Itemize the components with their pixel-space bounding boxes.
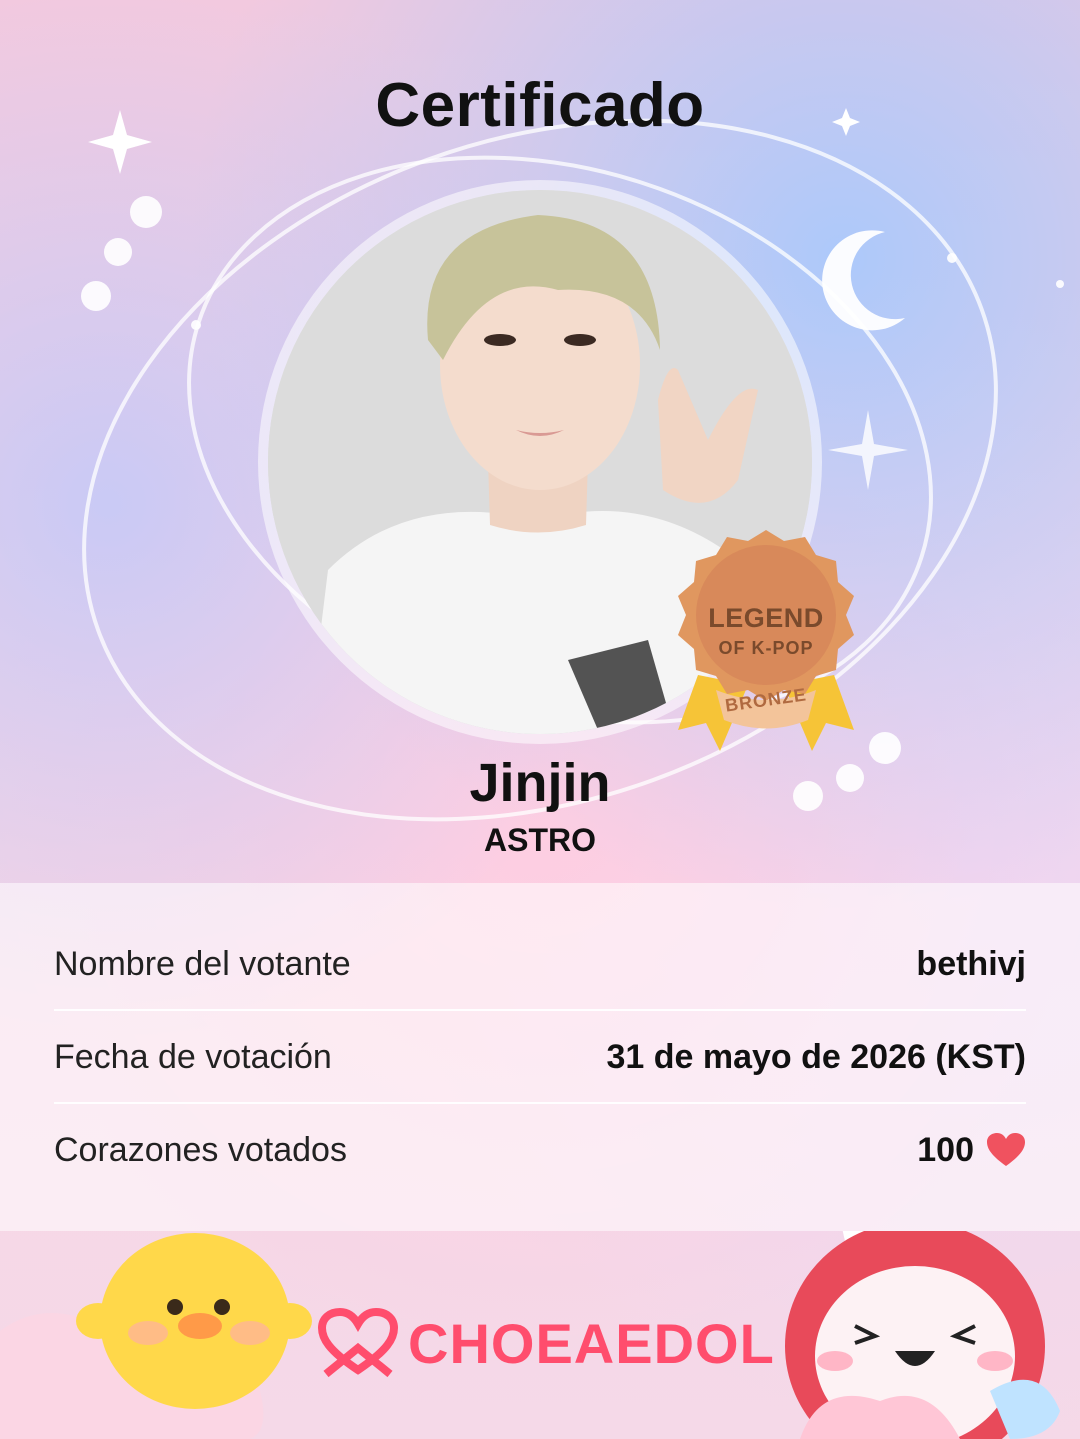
choeaedol-logo[interactable]: CHOEAEDOL xyxy=(318,1308,775,1378)
date-label: Fecha de votación xyxy=(54,1037,332,1076)
hearts-row: Corazones votados 100 xyxy=(54,1104,1026,1196)
date-value: 31 de mayo de 2026 (KST) xyxy=(606,1037,1026,1076)
hearts-value-wrap: 100 xyxy=(917,1131,1026,1170)
voter-value: bethivj xyxy=(916,944,1026,983)
orbit-dot xyxy=(191,320,201,330)
moon-icon xyxy=(822,230,905,331)
date-row: Fecha de votación 31 de mayo de 2026 (KS… xyxy=(54,1011,1026,1103)
vote-info-panel: Nombre del votante bethivj Fecha de vota… xyxy=(0,883,1080,1231)
hearts-label: Corazones votados xyxy=(54,1130,347,1169)
badge-title: LEGEND xyxy=(708,603,824,633)
orbit-dot xyxy=(130,196,162,228)
choeaedol-logo-icon xyxy=(318,1308,398,1378)
certificate-title: Certificado xyxy=(375,71,705,140)
badge-subtitle: OF K-POP xyxy=(718,638,814,658)
voter-row: Nombre del votante bethivj xyxy=(54,918,1026,1010)
brand-name: CHOEAEDOL xyxy=(408,1311,775,1375)
voter-label: Nombre del votante xyxy=(54,944,351,983)
legend-badge: LEGEND OF K-POP BRONZE xyxy=(658,515,874,755)
hearts-value: 100 xyxy=(917,1130,974,1169)
heart-icon xyxy=(987,1133,1025,1166)
idol-name: Jinjin xyxy=(469,753,611,813)
orbit-dot xyxy=(947,253,957,263)
orbit-dot xyxy=(1056,280,1064,288)
sparkle-icon xyxy=(828,410,908,490)
bunny-mascot-icon xyxy=(785,1231,1060,1439)
idol-group: ASTRO xyxy=(484,822,596,858)
orbit-dot xyxy=(104,238,132,266)
certificate-card: Certificado LEGEND OF K-POP BRONZE Jinji… xyxy=(0,0,1080,1439)
orbit-dot xyxy=(81,281,111,311)
